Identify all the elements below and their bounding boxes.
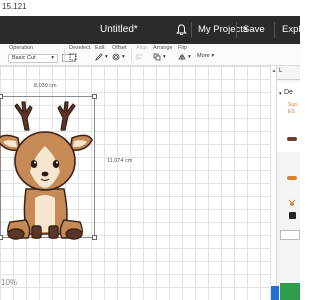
flip-group[interactable]: Flip ▾: [178, 45, 191, 61]
chevron-down-icon: ▾: [188, 54, 191, 60]
deselect-icon[interactable]: [69, 53, 77, 61]
layer-row[interactable]: ▾ De Sup ES: [277, 82, 300, 152]
operation-label: Operation: [9, 45, 34, 51]
layer-thumbnail[interactable]: [288, 194, 296, 206]
operation-value: Basic Cut: [12, 55, 36, 61]
layer-thumbnail[interactable]: [287, 176, 297, 180]
app-header: Untitled* My Projects Save Explo: [0, 16, 306, 44]
offset-group[interactable]: Offset ▾: [112, 45, 127, 61]
width-dimension-label: 8,039 cm: [34, 83, 57, 89]
offset-label: Offset: [112, 45, 127, 51]
chevron-down-icon: ▾: [122, 54, 125, 60]
deselect-label: Deselect: [69, 45, 91, 51]
layers-panel-header: L: [279, 68, 283, 74]
my-projects-button[interactable]: My Projects: [198, 24, 248, 35]
arrange-icon[interactable]: [153, 53, 161, 61]
chevron-down-icon: ▾: [105, 54, 108, 60]
align-icon[interactable]: [136, 53, 144, 61]
toolbar-divider: [64, 48, 65, 62]
design-canvas[interactable]: 8,039 cm 11,074 cm 10%: [0, 66, 270, 300]
deselect-group[interactable]: Deselect: [69, 45, 90, 61]
toolbar-divider: [131, 48, 132, 62]
make-it-button[interactable]: [280, 283, 300, 300]
layer-thumbnail: [287, 137, 297, 141]
height-dimension-label: 11,074 cm: [107, 158, 133, 164]
arrange-group[interactable]: Arrange ▾: [153, 45, 173, 61]
window-titlebar: 15.121: [0, 0, 300, 16]
arrange-label: Arrange: [153, 45, 173, 51]
layer-subtitle-2: ES: [288, 109, 295, 115]
chevron-down-icon: ▾: [211, 53, 215, 59]
align-group[interactable]: Align: [136, 45, 148, 61]
edit-label: Edit: [95, 45, 105, 51]
chevron-down-icon: ▾: [279, 91, 282, 97]
operation-select[interactable]: Basic Cut ▾: [8, 54, 58, 63]
layer-name: De: [284, 89, 293, 96]
document-title[interactable]: Untitled*: [100, 24, 138, 35]
blue-action-button[interactable]: [271, 286, 279, 300]
more-label: More: [197, 53, 210, 59]
window-title-fragment: 15.121: [2, 2, 27, 11]
layer-subtitle: Sup: [288, 102, 297, 108]
chevron-down-icon: ▾: [163, 54, 166, 60]
header-divider: [274, 22, 275, 38]
flip-icon[interactable]: [178, 53, 186, 61]
align-label: Align: [136, 45, 149, 51]
panel-input[interactable]: [280, 230, 300, 240]
save-button[interactable]: Save: [243, 24, 265, 35]
header-divider: [191, 22, 192, 38]
layer-thumbnail[interactable]: [289, 212, 296, 219]
more-group[interactable]: More ▾: [197, 51, 214, 59]
layers-panel: L ▾ De Sup ES: [276, 66, 300, 300]
panel-divider: [277, 79, 300, 80]
deer-image[interactable]: [0, 94, 98, 240]
chevron-down-icon: ▾: [51, 55, 54, 61]
edit-group[interactable]: Edit ▾: [95, 45, 108, 61]
edit-toolbar: Operation Basic Cut ▾ Deselect Edit ▾ Of…: [0, 44, 300, 66]
flip-label: Flip: [178, 45, 187, 51]
explore-button[interactable]: Explo: [282, 24, 306, 35]
header-divider: [236, 22, 237, 38]
pen-icon[interactable]: [95, 53, 103, 61]
operation-group: Operation: [9, 45, 33, 51]
offset-icon[interactable]: [112, 53, 120, 61]
zoom-level[interactable]: 10%: [0, 276, 20, 290]
bell-icon[interactable]: [176, 24, 187, 36]
